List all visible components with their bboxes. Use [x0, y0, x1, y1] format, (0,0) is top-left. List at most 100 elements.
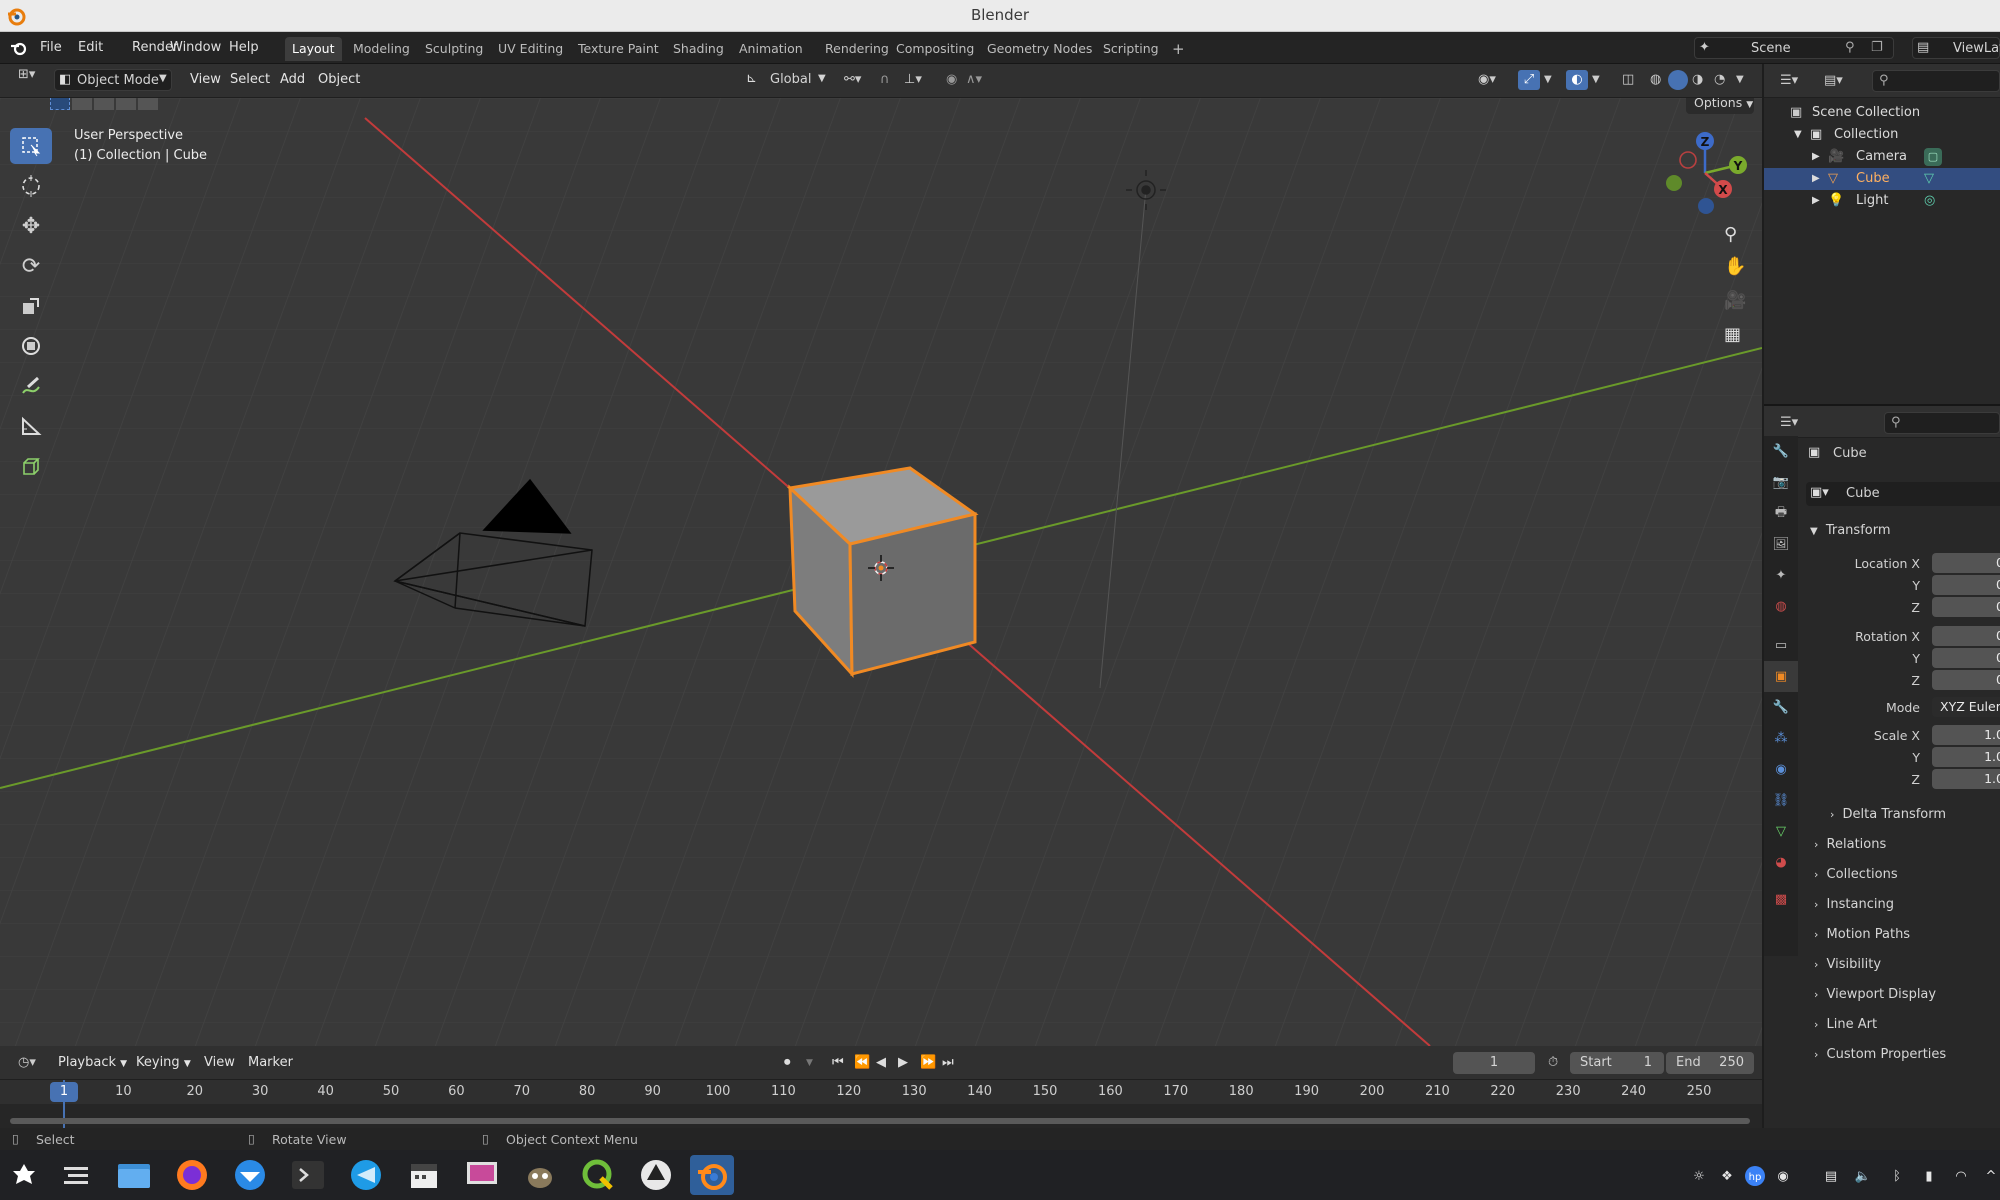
timeline-editor-type-icon[interactable]: ◷▾ — [12, 1052, 42, 1074]
play-reverse-icon[interactable]: ◀ — [870, 1052, 892, 1074]
zoom-icon[interactable]: ⚲ — [1724, 224, 1737, 245]
world-tab-icon[interactable]: ◍ — [1764, 591, 1798, 622]
move-tool-icon[interactable]: ✥ — [10, 208, 52, 244]
expand-arrow-icon[interactable]: ▶ — [1812, 146, 1820, 168]
start-frame-field[interactable]: Start 1 — [1570, 1052, 1664, 1074]
properties-editor-type-icon[interactable]: ☰▾ — [1774, 412, 1804, 434]
scene-selector[interactable]: ✦ Scene ⚲ ❐ — [1694, 37, 1894, 59]
location-x-field[interactable]: 0 — [1932, 553, 2000, 573]
visibility-icon[interactable]: ◉▾ — [1472, 69, 1502, 91]
rotation-z-field[interactable]: 0 — [1932, 670, 2000, 690]
volume-icon[interactable]: 🔈 — [1852, 1165, 1874, 1187]
current-frame-field[interactable]: 1 — [1453, 1052, 1535, 1074]
gimp-icon[interactable] — [518, 1155, 562, 1195]
menu-object[interactable]: Object — [312, 69, 366, 91]
end-frame-field[interactable]: End 250 — [1666, 1052, 1754, 1074]
rotation-y-field[interactable]: 0 — [1932, 648, 2000, 668]
select-invert-icon[interactable] — [116, 98, 136, 110]
terminal-icon[interactable] — [286, 1155, 330, 1195]
menu-select[interactable]: Select — [224, 69, 276, 91]
scale-x-field[interactable]: 1.0 — [1932, 725, 2000, 745]
mode-selector[interactable]: ◧ Object Mode ▼ — [54, 69, 172, 91]
tab-shading[interactable]: Shading — [666, 37, 731, 61]
menu-window[interactable]: Window — [166, 38, 225, 58]
menu-keying[interactable]: Keying ▼ — [130, 1052, 197, 1074]
delta-transform-subpanel[interactable]: › Delta Transform — [1822, 801, 2000, 829]
3d-viewport[interactable]: Z Y X User Perspective (1) Collection | … — [0, 98, 1762, 1046]
scale-z-field[interactable]: 1.0 — [1932, 769, 2000, 789]
app-launcher-icon[interactable] — [2, 1155, 46, 1195]
panel-custom-properties[interactable]: › Custom Properties — [1806, 1041, 2000, 1069]
pan-hand-icon[interactable]: ✋ — [1724, 256, 1746, 277]
add-workspace-button[interactable]: + — [1165, 37, 1192, 61]
menu-add[interactable]: Add — [274, 69, 311, 91]
bluetooth-icon[interactable]: ᛒ — [1886, 1165, 1908, 1187]
expand-arrow-icon[interactable]: ▶ — [1812, 168, 1820, 190]
timeline-area[interactable]: 10 20 30 40 50 60 70 80 90 100 110 120 130 140 150 160 1… — [0, 1080, 1762, 1130]
notifications-icon[interactable]: ☼ — [1688, 1165, 1710, 1187]
tab-sculpting[interactable]: Sculpting — [418, 37, 490, 61]
render-tab-icon[interactable]: 📷 — [1764, 467, 1798, 498]
vscode-icon[interactable] — [344, 1155, 388, 1195]
file-manager-icon[interactable] — [112, 1155, 156, 1195]
rotate-tool-icon[interactable]: ⟳ — [10, 248, 52, 284]
record-icon[interactable]: ⏺ — [778, 1052, 797, 1074]
scene-tab-icon[interactable]: ✦ — [1764, 560, 1798, 591]
outliner-item-cube[interactable]: ▶ ▽ Cube ▽ — [1764, 168, 2000, 190]
menu-edit[interactable]: Edit — [74, 38, 107, 58]
data-tab-icon[interactable]: ▽ — [1764, 816, 1798, 847]
measure-tool-icon[interactable] — [10, 408, 52, 444]
expand-arrow-icon[interactable]: ▼ — [1794, 124, 1802, 146]
frame-ruler[interactable]: 10 20 30 40 50 60 70 80 90 100 110 120 130 140 150 160 1… — [0, 1080, 1762, 1104]
light-data-icon[interactable]: ◎ — [1924, 190, 1935, 212]
play-icon[interactable]: ▶ — [892, 1052, 914, 1074]
rendered-shading-icon[interactable]: ◔ — [1708, 69, 1731, 91]
wifi-icon[interactable]: ◠ — [1950, 1165, 1972, 1187]
chevron-down-icon[interactable]: ▼ — [1586, 69, 1606, 91]
select-mode-group[interactable] — [50, 98, 158, 112]
material-shading-icon[interactable]: ◑ — [1686, 69, 1709, 91]
menu-view[interactable]: View — [184, 69, 227, 91]
tab-layout[interactable]: Layout — [285, 37, 342, 61]
snap-icon[interactable]: ∩ — [874, 69, 896, 91]
transform-panel-header[interactable]: ▼ Transform — [1806, 517, 2000, 545]
inkscape-icon[interactable] — [634, 1155, 678, 1195]
collection-tab-icon[interactable]: ▭ — [1764, 630, 1798, 661]
hp-icon[interactable]: hp — [1744, 1165, 1766, 1187]
timeline-scrollbar[interactable] — [10, 1118, 1750, 1124]
location-z-field[interactable]: 0 — [1932, 597, 2000, 617]
constraints-tab-icon[interactable]: ⛓ — [1764, 785, 1798, 816]
add-cube-tool-icon[interactable] — [10, 448, 52, 484]
snap-target-icon[interactable]: ⊥▾ — [898, 69, 928, 91]
particles-tab-icon[interactable]: ⁂ — [1764, 723, 1798, 754]
viewlayer-selector[interactable]: ▤ ViewLay — [1912, 37, 2000, 59]
menu-help[interactable]: Help — [225, 38, 263, 58]
camera-data-icon[interactable]: ▢ — [1924, 148, 1942, 166]
tab-compositing[interactable]: Compositing — [889, 37, 981, 61]
outliner-collection[interactable]: ▼ ▣ Collection — [1764, 124, 2000, 146]
pin-icon[interactable]: ⚲ — [1845, 40, 1855, 55]
tool-tab-icon[interactable]: 🔧 — [1764, 436, 1798, 467]
panel-motion-paths[interactable]: › Motion Paths — [1806, 921, 2000, 949]
select-box-new-icon[interactable] — [50, 98, 70, 110]
jump-start-icon[interactable]: ⏮ — [826, 1052, 850, 1074]
select-extend-icon[interactable] — [72, 98, 92, 110]
select-subtract-icon[interactable] — [94, 98, 114, 110]
chevron-down-icon[interactable]: ▼ — [800, 1052, 819, 1074]
tab-modeling[interactable]: Modeling — [346, 37, 417, 61]
falloff-icon[interactable]: ∧▾ — [960, 69, 988, 91]
tab-geometry-nodes[interactable]: Geometry Nodes — [980, 37, 1099, 61]
mesh-data-icon[interactable]: ▽ — [1924, 168, 1934, 190]
scale-y-field[interactable]: 1.0 — [1932, 747, 2000, 767]
cursor-tool-icon[interactable] — [10, 168, 52, 204]
editor-type-icon[interactable]: ⊞▾ — [12, 64, 41, 86]
menu-marker[interactable]: Marker — [242, 1052, 299, 1074]
panel-line-art[interactable]: › Line Art — [1806, 1011, 2000, 1039]
modifier-tab-icon[interactable]: 🔧 — [1764, 692, 1798, 723]
jump-end-icon[interactable]: ⏭ — [936, 1052, 960, 1074]
view-layer-tab-icon[interactable]: 🖼 — [1764, 529, 1798, 560]
qgis-icon[interactable] — [576, 1155, 620, 1195]
menu-timeline-view[interactable]: View — [198, 1052, 241, 1074]
outliner-search-input[interactable]: ⚲ — [1872, 70, 2000, 92]
properties-search-input[interactable]: ⚲ — [1884, 412, 2000, 434]
